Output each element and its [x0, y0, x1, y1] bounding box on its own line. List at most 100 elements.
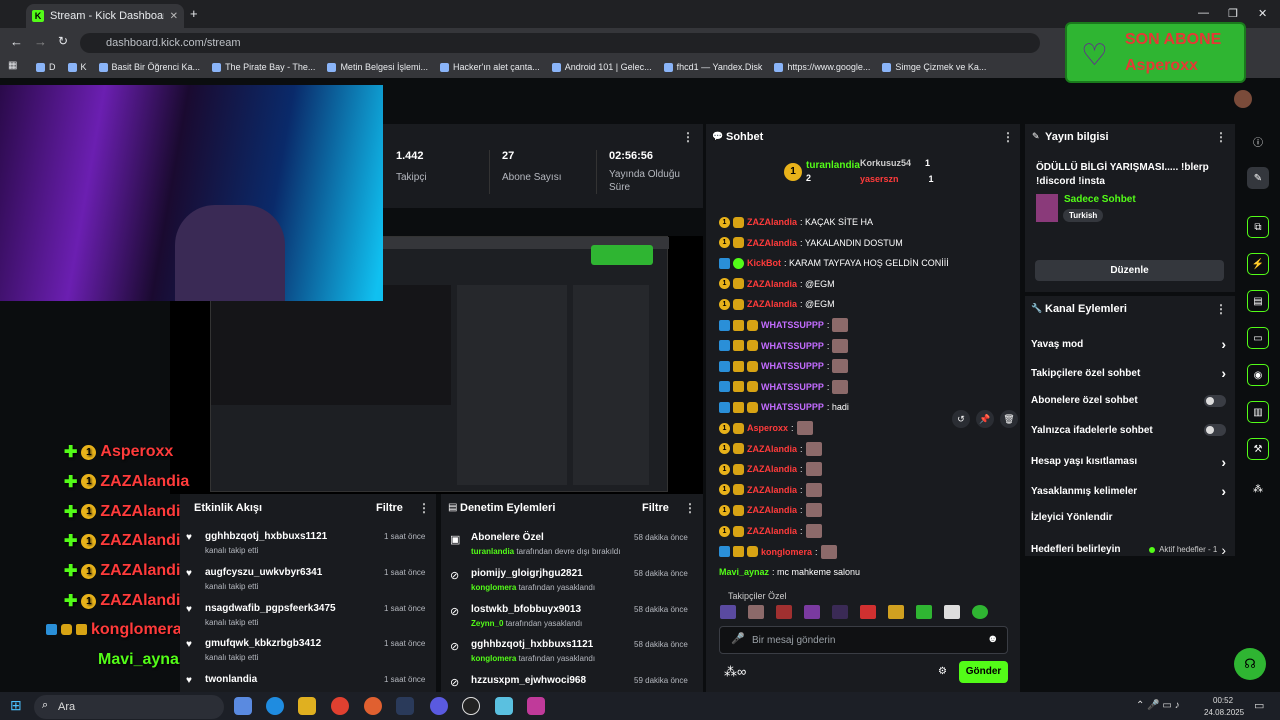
chat-username[interactable]: ZAZAlandia: [747, 299, 797, 309]
bookmark-item[interactable]: Hacker'ın alet çanta...: [439, 62, 540, 72]
clip-icon[interactable]: ⧉: [1247, 216, 1269, 238]
channel-action-row[interactable]: Hedefleri belirleyin Aktif hedefler - 1 ›: [1031, 542, 1226, 558]
browser-tab[interactable]: K Stream - Kick Dashboard ✕: [26, 4, 184, 28]
chat-message[interactable]: 1 ZAZAlandia: @EGM: [719, 277, 835, 291]
dots-cluster-icon[interactable]: ⁂: [1247, 478, 1269, 500]
back-icon[interactable]: ←: [10, 34, 23, 49]
bookmark-item[interactable]: D: [36, 62, 56, 72]
activity-username[interactable]: gmufqwk_kbkzrbgb3412: [205, 638, 321, 649]
moderator-name[interactable]: Zeynn_0: [471, 619, 503, 628]
send-button[interactable]: Gönder: [959, 661, 1008, 683]
close-tab-icon[interactable]: ✕: [170, 11, 178, 22]
chat-username[interactable]: konglomera: [761, 547, 812, 557]
activity-username[interactable]: twonlandia: [205, 674, 257, 685]
moderation-target[interactable]: hzzusxpm_ejwhwoci968: [471, 675, 586, 686]
info-icon[interactable]: ⓘ: [1247, 130, 1269, 152]
activity-menu-icon[interactable]: ⋮: [418, 501, 430, 515]
chat-message[interactable]: 1 ZAZAlandia:: [719, 482, 822, 497]
emote-icon[interactable]: [804, 605, 820, 619]
taskbar-app-icon[interactable]: [331, 697, 349, 715]
windows-start-icon[interactable]: ⊞: [10, 697, 22, 714]
settings-icon[interactable]: ⚙: [938, 666, 947, 677]
channel-action-row[interactable]: Yavaş mod ›: [1031, 336, 1226, 352]
emote-icon[interactable]: [832, 605, 848, 619]
chat-username[interactable]: Asperoxx: [747, 423, 788, 433]
chat-message[interactable]: 1 ZAZAlandia: @EGM: [719, 297, 835, 311]
chat-message[interactable]: WHATSSUPPP:: [719, 318, 849, 332]
chat-message[interactable]: 1 ZAZAlandia: KAÇAK SİTE HA: [719, 215, 873, 229]
lightning-icon[interactable]: ⚡: [1247, 253, 1269, 275]
infinity-icon[interactable]: ⁂∞: [724, 664, 746, 680]
toggle-switch[interactable]: [1204, 394, 1226, 407]
chat-username[interactable]: WHATSSUPPP: [761, 341, 824, 351]
emote-icon[interactable]: [720, 605, 736, 619]
user-avatar[interactable]: [1234, 90, 1252, 108]
close-window-icon[interactable]: ✕: [1258, 7, 1267, 20]
address-bar[interactable]: dashboard.kick.com/stream: [80, 33, 1040, 53]
activity-username[interactable]: augfcyszu_uwkvbyr6341: [205, 567, 322, 578]
taskbar-app-icon[interactable]: [462, 697, 480, 715]
edit-button[interactable]: Düzenle: [1035, 260, 1224, 281]
chat-message[interactable]: 1 ZAZAlandia:: [719, 462, 822, 477]
taskbar-app-icon[interactable]: [298, 697, 316, 715]
emote-icon[interactable]: [776, 605, 792, 619]
chat-username[interactable]: ZAZAlandia: [747, 217, 797, 227]
undo-icon[interactable]: ↺: [952, 410, 970, 428]
moderation-target[interactable]: piomijy_gloigrjhgu2821: [471, 568, 583, 579]
toggle-switch[interactable]: [1204, 424, 1226, 437]
chat-message[interactable]: 1 ZAZAlandia:: [719, 441, 822, 456]
chat-username[interactable]: WHATSSUPPP: [761, 320, 824, 330]
chat-username[interactable]: ZAZAlandia: [747, 505, 797, 515]
chat-username[interactable]: ZAZAlandia: [747, 444, 797, 454]
emote-icon[interactable]: [916, 605, 932, 619]
chat-message[interactable]: 1 Asperoxx:: [719, 421, 813, 435]
chat-username[interactable]: Mavi_aynaz: [719, 567, 769, 577]
chat-message[interactable]: 1 ZAZAlandia:: [719, 503, 822, 518]
taskbar-app-icon[interactable]: [364, 697, 382, 715]
new-tab-icon[interactable]: +: [190, 6, 198, 21]
moderation-target[interactable]: gghhbzqotj_hxbbuxs1121: [471, 639, 593, 650]
mic-icon[interactable]: 🎤: [731, 632, 745, 645]
forward-icon[interactable]: →: [34, 34, 47, 49]
activity-username[interactable]: nsagdwafib_pgpsfeerk3475: [205, 603, 336, 614]
broadcast-icon[interactable]: ◉: [1247, 364, 1269, 386]
bookmark-item[interactable]: https://www.google...: [774, 62, 870, 72]
channel-action-row[interactable]: Yalnızca ifadelerle sohbet: [1031, 424, 1226, 437]
chat-username[interactable]: KickBot: [747, 258, 781, 268]
taskbar-app-icon[interactable]: [266, 697, 284, 715]
chat-message[interactable]: WHATSSUPPP:: [719, 359, 849, 374]
channel-action-row[interactable]: İzleyici Yönlendir: [1031, 512, 1226, 523]
chat-message[interactable]: 1 ZAZAlandia:: [719, 524, 822, 538]
chat-menu-icon[interactable]: ⋮: [1002, 130, 1014, 144]
stats-menu-icon[interactable]: ⋮: [682, 130, 694, 144]
chat-username[interactable]: ZAZAlandia: [747, 464, 797, 474]
emote-icon[interactable]: [972, 605, 988, 619]
speech-bubble-icon[interactable]: ▭: [1247, 327, 1269, 349]
taskbar-search[interactable]: Ara: [34, 695, 224, 719]
chat-username[interactable]: ZAZAlandia: [747, 526, 797, 536]
emote-icon[interactable]: [944, 605, 960, 619]
bookmark-item[interactable]: Metin Belgesi İşlemi...: [327, 62, 428, 72]
bookmark-item[interactable]: fhcd1 — Yandex.Disk: [663, 62, 762, 72]
chat-message[interactable]: Mavi_aynaz: mc mahkeme salonu: [719, 565, 860, 579]
bookmark-item[interactable]: The Pirate Bay - The...: [212, 62, 315, 72]
emote-icon[interactable]: [860, 605, 876, 619]
chat-message[interactable]: WHATSSUPPP: hadi: [719, 400, 849, 414]
chat-message[interactable]: WHATSSUPPP:: [719, 338, 849, 353]
moderation-target[interactable]: Abonelere Özel: [471, 532, 544, 543]
maximize-icon[interactable]: ❐: [1228, 7, 1238, 20]
taskbar-app-icon[interactable]: [234, 697, 252, 715]
emote-icon[interactable]: [748, 605, 764, 619]
chat-message[interactable]: WHATSSUPPP:: [719, 379, 849, 394]
layout-icon[interactable]: ▥: [1247, 401, 1269, 423]
bookmark-item[interactable]: K: [67, 62, 87, 72]
moderation-filter-button[interactable]: Filtre: [642, 502, 669, 514]
bookmark-item[interactable]: Android 101 | Gelec...: [551, 62, 652, 72]
chat-message[interactable]: konglomera:: [719, 544, 837, 559]
chat-username[interactable]: WHATSSUPPP: [761, 402, 824, 412]
taskbar-app-icon[interactable]: [396, 697, 414, 715]
moderation-menu-icon[interactable]: ⋮: [684, 501, 696, 515]
taskbar-app-icon[interactable]: [495, 697, 513, 715]
chat-username[interactable]: WHATSSUPPP: [761, 382, 824, 392]
emote-icon[interactable]: [888, 605, 904, 619]
